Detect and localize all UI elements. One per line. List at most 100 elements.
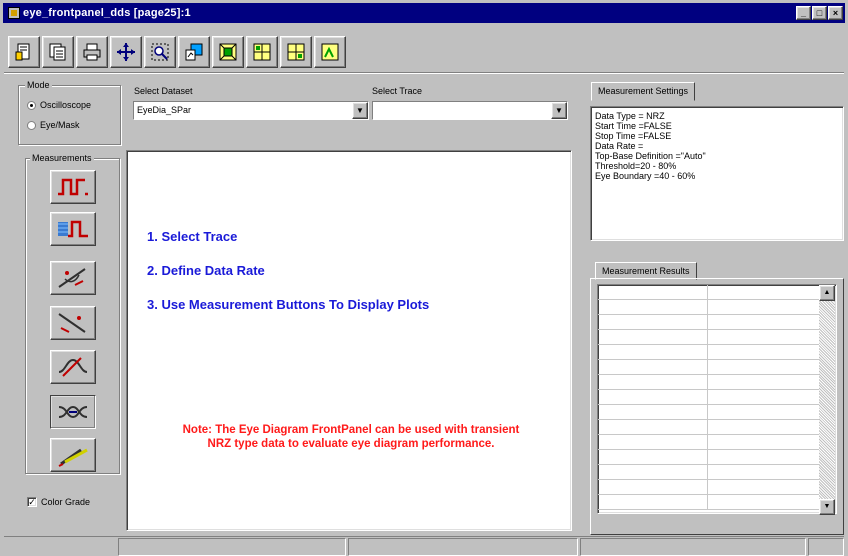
eye-crossing-button[interactable] bbox=[50, 395, 96, 429]
title-bar[interactable]: eye_frontpanel_dds [page25]:1 _ □ × bbox=[3, 3, 845, 23]
plot-display-area[interactable] bbox=[126, 150, 572, 531]
settings-line: Data Rate = bbox=[595, 141, 644, 151]
results-cell[interactable] bbox=[708, 285, 820, 300]
results-cell[interactable] bbox=[708, 360, 820, 375]
radio-dot bbox=[27, 120, 36, 130]
results-cell[interactable] bbox=[598, 315, 708, 330]
results-cell[interactable] bbox=[598, 345, 708, 360]
pulse-color-measure-icon bbox=[58, 220, 88, 238]
move-arrows-icon[interactable] bbox=[110, 36, 142, 68]
results-cell[interactable] bbox=[598, 465, 708, 480]
results-cell[interactable] bbox=[708, 450, 820, 465]
rise-slope-button[interactable] bbox=[50, 261, 96, 295]
results-cell[interactable] bbox=[708, 420, 820, 435]
minimize-icon[interactable]: _ bbox=[796, 6, 811, 20]
toolbar bbox=[8, 36, 346, 70]
radio-dot bbox=[27, 100, 36, 110]
scroll-up-icon[interactable]: ▲ bbox=[819, 285, 835, 301]
instruction-step-2: 2. Define Data Rate bbox=[147, 263, 265, 278]
pulse-measure-icon bbox=[58, 178, 88, 196]
results-cell[interactable] bbox=[598, 405, 708, 420]
results-cell[interactable] bbox=[708, 315, 820, 330]
chevron-down-icon[interactable]: ▼ bbox=[551, 102, 567, 119]
results-cell[interactable] bbox=[708, 390, 820, 405]
settings-line: Data Type = NRZ bbox=[595, 111, 665, 121]
results-cell[interactable] bbox=[708, 345, 820, 360]
pulse-measure-button[interactable] bbox=[50, 170, 96, 204]
chevron-down-icon[interactable]: ▼ bbox=[352, 102, 368, 119]
radio-label: Oscilloscope bbox=[40, 100, 92, 110]
app-icon bbox=[8, 7, 20, 19]
results-cell[interactable] bbox=[708, 435, 820, 450]
plot-view-1-icon[interactable] bbox=[246, 36, 278, 68]
results-cell[interactable] bbox=[708, 375, 820, 390]
eye-crossing-icon bbox=[58, 405, 88, 419]
checkbox-box: ✓ bbox=[27, 497, 37, 507]
settings-line: Start Time =FALSE bbox=[595, 121, 672, 131]
grid-fit-icon[interactable] bbox=[212, 36, 244, 68]
results-cell[interactable] bbox=[598, 495, 708, 510]
results-cell[interactable] bbox=[598, 330, 708, 345]
maximize-icon[interactable]: □ bbox=[812, 6, 827, 20]
note-line-1: Note: The Eye Diagram FrontPanel can be … bbox=[182, 424, 520, 436]
results-cell[interactable] bbox=[708, 465, 820, 480]
results-cell[interactable] bbox=[598, 480, 708, 495]
print-icon[interactable] bbox=[76, 36, 108, 68]
results-cell[interactable] bbox=[598, 300, 708, 315]
select-dataset-label: Select Dataset bbox=[134, 86, 193, 96]
plot-view-2-icon[interactable] bbox=[280, 36, 312, 68]
status-pane-4 bbox=[808, 538, 844, 556]
page-icon[interactable] bbox=[8, 36, 40, 68]
settings-line: Stop Time =FALSE bbox=[595, 131, 672, 141]
tab-label: Measurement Results bbox=[602, 266, 690, 276]
settings-line: Threshold=20 - 80% bbox=[595, 161, 677, 171]
measurement-settings-text: Data Type = NRZ Start Time =FALSE Stop Tim… bbox=[591, 107, 843, 185]
results-cell[interactable] bbox=[598, 435, 708, 450]
page-stack-icon[interactable] bbox=[42, 36, 74, 68]
close-icon[interactable]: × bbox=[828, 6, 843, 20]
pulse-color-measure-button[interactable] bbox=[50, 212, 96, 246]
results-cell[interactable] bbox=[708, 480, 820, 495]
instruction-step-3: 3. Use Measurement Buttons To Display Pl… bbox=[147, 297, 430, 312]
results-cell[interactable] bbox=[598, 450, 708, 465]
rise-slope-icon bbox=[58, 268, 86, 288]
radio-label: Eye/Mask bbox=[40, 120, 80, 130]
copy-graph-icon[interactable] bbox=[178, 36, 210, 68]
results-cell[interactable] bbox=[708, 300, 820, 315]
note-line-2: NRZ type data to evaluate eye diagram pe… bbox=[207, 438, 495, 450]
color-grade-checkbox[interactable]: ✓ Color Grade bbox=[27, 497, 90, 507]
select-trace-combo[interactable]: ▼ bbox=[372, 101, 568, 120]
results-scrollbar[interactable]: ▲ ▼ bbox=[819, 285, 835, 515]
toolbar-separator bbox=[4, 72, 844, 74]
status-pane-3 bbox=[580, 538, 806, 556]
measurement-settings-box[interactable]: Data Type = NRZ Start Time =FALSE Stop Tim… bbox=[590, 106, 844, 241]
fall-slope-button[interactable] bbox=[50, 306, 96, 340]
results-cell[interactable] bbox=[598, 390, 708, 405]
status-separator bbox=[4, 536, 844, 537]
cross-slope-button[interactable] bbox=[50, 350, 96, 384]
mode-label: Mode bbox=[25, 80, 52, 90]
pencil-measure-button[interactable] bbox=[50, 438, 96, 472]
results-cell[interactable] bbox=[598, 375, 708, 390]
instruction-step-1: 1. Select Trace bbox=[147, 229, 238, 244]
scroll-down-icon[interactable]: ▼ bbox=[819, 499, 835, 515]
plot-view-3-icon[interactable] bbox=[314, 36, 346, 68]
results-cell[interactable] bbox=[598, 285, 708, 300]
results-cell[interactable] bbox=[708, 330, 820, 345]
radio-eye-mask[interactable]: Eye/Mask bbox=[27, 120, 80, 130]
zoom-box-icon[interactable] bbox=[144, 36, 176, 68]
cross-slope-icon bbox=[58, 357, 88, 377]
results-cell[interactable] bbox=[598, 360, 708, 375]
select-dataset-combo[interactable]: EyeDia_SPar ▼ bbox=[133, 101, 369, 120]
results-cell[interactable] bbox=[708, 495, 820, 510]
results-cell[interactable] bbox=[598, 420, 708, 435]
scrollbar-track[interactable] bbox=[819, 301, 835, 499]
results-cell[interactable] bbox=[708, 405, 820, 420]
settings-line: Eye Boundary =40 - 60% bbox=[595, 171, 696, 181]
status-pane-1 bbox=[118, 538, 346, 556]
radio-oscilloscope[interactable]: Oscilloscope bbox=[27, 100, 91, 110]
select-dataset-value: EyeDia_SPar bbox=[134, 102, 352, 119]
measurement-results-grid[interactable] bbox=[597, 284, 837, 514]
settings-line: Top-Base Definition ="Auto" bbox=[595, 151, 706, 161]
tab-measurement-settings[interactable]: Measurement Settings bbox=[591, 82, 696, 101]
